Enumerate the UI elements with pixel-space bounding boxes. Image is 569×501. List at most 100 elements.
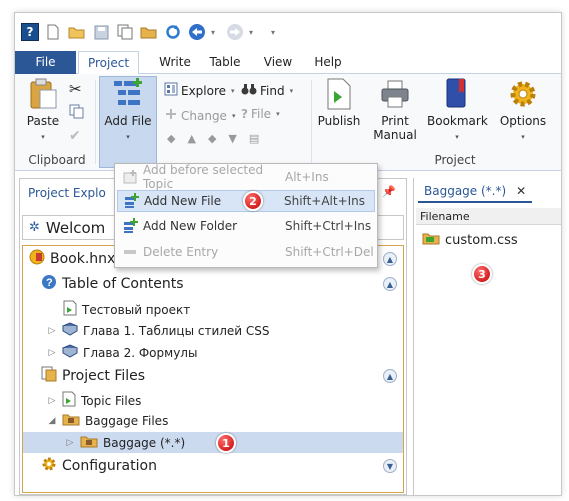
scissors-icon: ✂: [69, 80, 82, 98]
callout-1: 1: [216, 433, 236, 453]
ribbon: Paste ▾ ✂ ✔ Clipboard Add File ▾ Explore…: [15, 74, 561, 171]
project-files-icon: [41, 366, 57, 386]
tab-file[interactable]: File: [15, 51, 76, 74]
project-files-label: Project Files: [62, 368, 146, 384]
cut-button[interactable]: ✂: [69, 80, 82, 98]
expand-icon[interactable]: ▷: [47, 348, 57, 358]
forward-dropdown-icon[interactable]: ▾: [249, 28, 259, 37]
add-new-folder-label: Add New Folder: [143, 219, 238, 233]
find-label: Find: [260, 83, 285, 98]
print-manual-button[interactable]: Print Manual: [370, 78, 420, 142]
arrow-left-icon[interactable]: ◆: [167, 132, 175, 145]
edit-icon[interactable]: ▤: [249, 132, 259, 145]
chapter-book-icon: [61, 322, 79, 339]
printer-icon: [379, 78, 411, 110]
svg-text:?: ?: [46, 277, 53, 289]
tab-view[interactable]: View: [258, 51, 298, 74]
app-icon[interactable]: ?: [21, 23, 39, 41]
close-icon[interactable]: ✕: [516, 184, 526, 198]
expand-icon[interactable]: ▷: [47, 396, 57, 406]
tree-item-configuration[interactable]: Configuration: [41, 456, 421, 476]
filename-column-header[interactable]: Filename: [416, 208, 561, 225]
tab-write[interactable]: Write: [155, 51, 195, 74]
add-file-button[interactable]: Add File ▾: [101, 78, 155, 144]
app-window: ? ▾ ▾ ▾ File Project Write Table View He…: [14, 12, 562, 496]
collapse-toc-icon[interactable]: ▲: [383, 277, 397, 291]
tree-item-baggage-files[interactable]: ◢ Baggage Files: [47, 412, 427, 429]
expand-icon[interactable]: ▷: [65, 438, 75, 448]
change-dropdown-icon: ▾: [231, 111, 236, 120]
open-folder-icon[interactable]: [67, 22, 87, 42]
forward-icon[interactable]: [225, 22, 245, 42]
file-button[interactable]: ? File ▾: [241, 107, 280, 121]
copy-icon[interactable]: [115, 22, 135, 42]
explore-button[interactable]: Explore ▾: [164, 82, 235, 99]
add-before-shortcut: Alt+Ins: [285, 170, 329, 184]
expand-configuration-icon[interactable]: ▼: [383, 459, 397, 473]
new-doc-icon[interactable]: [43, 22, 63, 42]
paste-button[interactable]: Paste ▾: [21, 78, 65, 144]
add-new-folder-icon: [117, 218, 143, 234]
paste-label: Paste: [26, 114, 60, 128]
change-button[interactable]: Change ▾: [164, 107, 235, 124]
help-circle-icon: ?: [41, 274, 57, 294]
delete-entry-label: Delete Entry: [143, 245, 219, 259]
tree-item-topic-files[interactable]: ▷ Topic Files: [47, 391, 427, 410]
back-dropdown-icon[interactable]: ▾: [211, 28, 221, 37]
options-button[interactable]: Options ▾: [495, 78, 551, 144]
folder-icon[interactable]: [139, 22, 159, 42]
bookmark-button[interactable]: Bookmark ▾: [427, 78, 488, 144]
copy-button[interactable]: [69, 104, 85, 123]
arrow-down-icon[interactable]: ▼: [228, 132, 236, 145]
callout-2: 2: [243, 191, 263, 211]
welcome-label: Welcom: [45, 218, 106, 237]
save-icon[interactable]: [91, 22, 111, 42]
tree-item-baggage[interactable]: ▷ Baggage (*.*): [23, 432, 403, 453]
group-divider: [95, 80, 96, 164]
tree-item-toc[interactable]: ? Table of Contents: [41, 274, 421, 294]
format-painter-button[interactable]: ✔: [69, 128, 81, 144]
baggage-tab[interactable]: Baggage (*.*) ✕: [418, 181, 533, 203]
tree-item-topic-3[interactable]: ▷ Глава 2. Формулы: [47, 344, 427, 361]
find-button[interactable]: Find ▾: [241, 82, 293, 99]
tree-item-topic-2[interactable]: ▷ Глава 1. Таблицы стилей CSS: [47, 322, 427, 339]
tab-project[interactable]: Project: [78, 51, 139, 75]
back-icon[interactable]: [187, 22, 207, 42]
baggage-folder-icon: [80, 434, 98, 451]
baggage-label: Baggage (*.*): [103, 435, 186, 450]
help-file-icon: ?: [241, 107, 248, 121]
group-divider: [311, 80, 312, 164]
print-label-line1: Print: [381, 114, 409, 128]
baggage-panel: Baggage (*.*) ✕ Filename custom.css 3: [413, 178, 561, 495]
chapter-book-icon: [61, 344, 79, 361]
arrow-up-icon[interactable]: ▲: [187, 132, 195, 145]
move-arrows: ◆ ▲ ◆ ▼ ▤: [167, 132, 259, 145]
tab-table[interactable]: Table: [205, 51, 245, 74]
delete-icon: [117, 247, 143, 257]
tree-item-project-files[interactable]: Project Files: [41, 366, 421, 386]
menu-item-delete-entry[interactable]: Delete Entry Shift+Ctrl+Del: [117, 241, 375, 263]
collapse-tree-icon[interactable]: ◢: [47, 416, 57, 426]
tree-item-topic-1[interactable]: Тестовый проект: [63, 300, 443, 319]
callout-3: 3: [472, 264, 492, 284]
menu-item-add-before[interactable]: Add before selected Topic Alt+Ins: [117, 163, 375, 191]
collapse-book-icon[interactable]: ▲: [383, 252, 397, 266]
collapse-project-files-icon[interactable]: ▲: [383, 369, 397, 383]
ribbon-tabs: File Project Write Table View Help: [15, 51, 561, 75]
arrow-right-icon[interactable]: ◆: [208, 132, 216, 145]
file-name: custom.css: [445, 232, 518, 248]
customize-icon[interactable]: ▾: [271, 28, 281, 37]
add-before-label: Add before selected Topic: [143, 163, 264, 191]
expand-icon[interactable]: ▷: [47, 326, 57, 336]
refresh-icon[interactable]: [163, 22, 183, 42]
baggage-files-label: Baggage Files: [85, 413, 169, 428]
paste-icon: [27, 78, 59, 110]
menu-item-add-new-folder[interactable]: Add New Folder Shift+Ctrl+Ins: [117, 215, 375, 237]
publish-button[interactable]: Publish: [315, 78, 363, 128]
tab-help[interactable]: Help: [309, 51, 347, 74]
file-list-item[interactable]: custom.css: [422, 231, 518, 249]
toc-label: Table of Contents: [62, 276, 184, 292]
pin-icon[interactable]: 📌: [382, 185, 396, 198]
add-new-folder-shortcut: Shift+Ctrl+Ins: [285, 219, 372, 233]
project-tree: Book.hnxp ▲ ? Table of Contents ▲ Тестов…: [22, 245, 404, 493]
